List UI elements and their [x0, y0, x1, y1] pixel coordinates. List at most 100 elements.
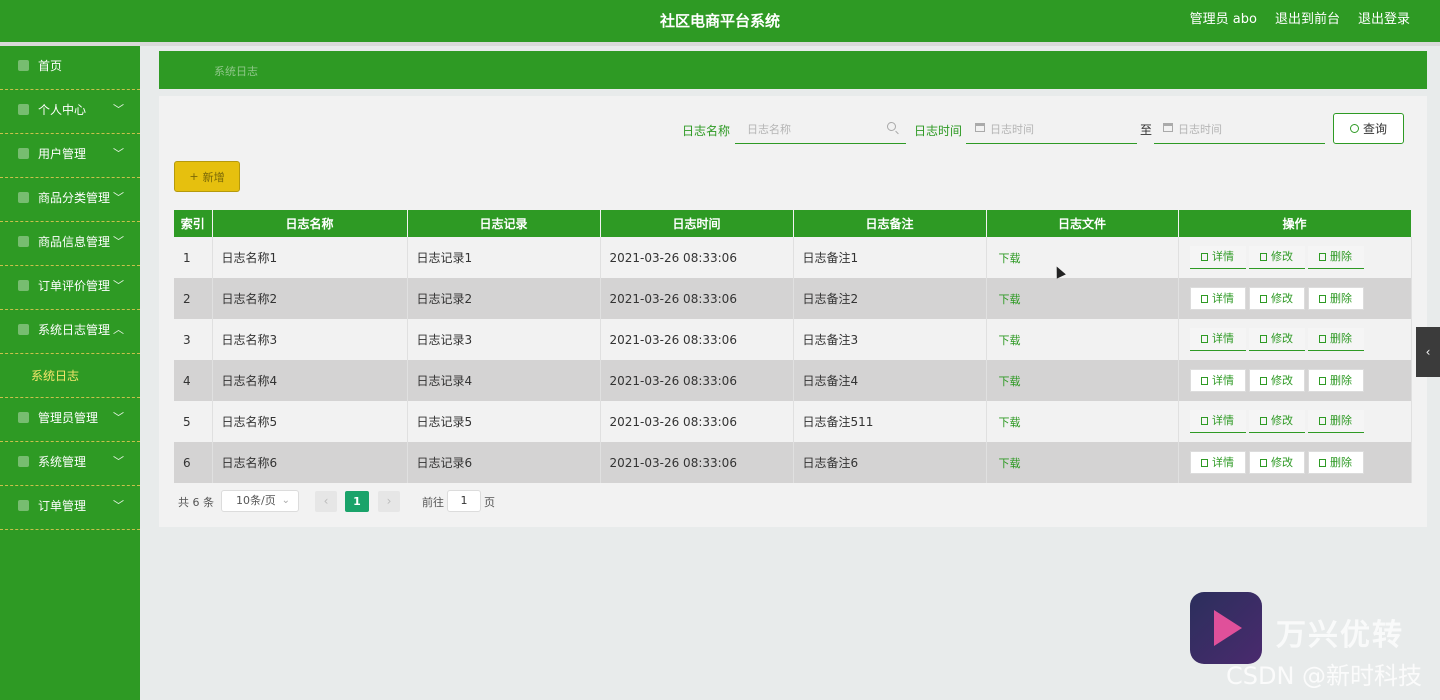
breadcrumb-current[interactable]: 系统日志 [214, 63, 258, 79]
comment-icon [18, 280, 29, 291]
detail-button-label: 详情 [1212, 456, 1234, 469]
trash-icon [1319, 335, 1326, 343]
logout-link[interactable]: 退出登录 [1358, 0, 1410, 40]
cell-name: 日志名称1 [212, 237, 408, 278]
sidebar-item-admin-management[interactable]: 管理员管理 ﹀ [0, 398, 140, 442]
edit-button[interactable]: 修改 [1248, 410, 1305, 433]
admin-user-label[interactable]: 管理员 abo [1190, 0, 1257, 40]
page-unit-label: 页 [484, 496, 495, 509]
download-link[interactable]: 下载 [986, 360, 1179, 401]
download-link[interactable]: 下载 [986, 237, 1179, 278]
sidebar-item-label: 订单评价管理 [38, 279, 111, 293]
query-button-label: 查询 [1362, 122, 1387, 136]
add-button-label: 新增 [202, 170, 225, 184]
edit-button-label: 修改 [1271, 374, 1293, 387]
query-button[interactable]: 查询 [1333, 113, 1404, 144]
edit-icon [1260, 459, 1267, 467]
search-icon [1349, 124, 1359, 133]
sidebar-item-system-management[interactable]: 系统管理 ﹀ [0, 442, 140, 486]
cell-name: 日志名称6 [212, 442, 408, 483]
category-icon [18, 192, 29, 203]
goto-page-input[interactable]: 1 [447, 490, 481, 512]
watermark-logo-icon [1190, 592, 1262, 664]
detail-button[interactable]: 详情 [1189, 451, 1246, 474]
cell-index: 2 [174, 278, 213, 319]
edit-button[interactable]: 修改 [1248, 451, 1305, 474]
detail-button[interactable]: 详情 [1189, 287, 1246, 310]
sidebar-item-order-management[interactable]: 订单管理 ﹀ [0, 486, 140, 530]
trash-icon [1319, 417, 1326, 425]
chevron-down-icon: ﹀ [113, 411, 124, 424]
detail-button-label: 详情 [1212, 414, 1234, 427]
pager-total: 共 6 条 [178, 496, 214, 509]
log-time-start-input[interactable]: 日志时间 [966, 113, 1137, 144]
delete-button[interactable]: 删除 [1307, 451, 1364, 474]
download-link[interactable]: 下载 [986, 401, 1179, 442]
cell-remark: 日志备注6 [793, 442, 987, 483]
cell-name: 日志名称3 [212, 319, 408, 360]
chevron-down-icon: ﹀ [113, 191, 124, 204]
page-size-value: 10条/页 [236, 494, 276, 507]
delete-button[interactable]: 删除 [1307, 287, 1364, 310]
settings-icon [18, 456, 29, 467]
download-link[interactable]: 下载 [986, 442, 1179, 483]
detail-icon [1201, 295, 1208, 303]
cell-time: 2021-03-26 08:33:06 [600, 237, 794, 278]
sidebar-item-goods-management[interactable]: 商品信息管理 ﹀ [0, 222, 140, 266]
next-page-button[interactable]: › [378, 491, 400, 512]
detail-icon [1201, 335, 1208, 343]
edit-button[interactable]: 修改 [1248, 246, 1305, 269]
exit-to-front-link[interactable]: 退出到前台 [1275, 0, 1340, 40]
column-header: 日志文件 [986, 210, 1179, 237]
chevron-down-icon: ⌄ [281, 495, 290, 506]
detail-button[interactable]: 详情 [1189, 369, 1246, 392]
edit-button-label: 修改 [1271, 292, 1293, 305]
log-time-end-input[interactable]: 日志时间 [1154, 113, 1325, 144]
prev-page-button[interactable]: ‹ [315, 491, 337, 512]
log-time-label: 日志时间 [914, 124, 963, 138]
page-number-1[interactable]: 1 [345, 491, 369, 512]
edit-icon [1260, 295, 1267, 303]
detail-button-label: 详情 [1212, 250, 1234, 263]
sidebar-item-system-log-management[interactable]: 系统日志管理 ︿ [0, 310, 140, 354]
detail-button[interactable]: 详情 [1189, 410, 1246, 433]
detail-icon [1201, 459, 1208, 467]
sidebar-item-label: 个人中心 [38, 103, 87, 117]
sidebar-item-label: 商品信息管理 [38, 235, 111, 249]
cell-index: 1 [174, 237, 213, 278]
edit-button[interactable]: 修改 [1248, 369, 1305, 392]
detail-button[interactable]: 详情 [1189, 328, 1246, 351]
detail-button[interactable]: 详情 [1189, 246, 1246, 269]
sidebar-subitem-system-log[interactable]: 系统日志 [0, 354, 140, 398]
sidebar-item-user-management[interactable]: 用户管理 ﹀ [0, 134, 140, 178]
log-name-input[interactable]: 日志名称 [735, 113, 906, 144]
edit-button[interactable]: 修改 [1248, 287, 1305, 310]
sidebar-item-category-management[interactable]: 商品分类管理 ﹀ [0, 178, 140, 222]
delete-button[interactable]: 删除 [1307, 246, 1364, 269]
column-header: 索引 [174, 210, 213, 237]
breadcrumb: 系统日志 [159, 51, 1427, 89]
delete-button[interactable]: 删除 [1307, 369, 1364, 392]
download-link[interactable]: 下载 [986, 319, 1179, 360]
column-header: 日志时间 [600, 210, 794, 237]
edit-icon [1260, 335, 1267, 343]
edit-button[interactable]: 修改 [1248, 328, 1305, 351]
cell-time: 2021-03-26 08:33:06 [600, 401, 794, 442]
collapse-tab[interactable]: ‹ [1416, 327, 1440, 377]
cell-remark: 日志备注4 [793, 360, 987, 401]
plus-icon: + [189, 170, 199, 183]
add-button[interactable]: + 新增 [174, 161, 240, 192]
table-row: 2 日志名称2 日志记录2 2021-03-26 08:33:06 日志备注2 … [174, 278, 1412, 319]
delete-button[interactable]: 删除 [1307, 410, 1364, 433]
sidebar-item-order-review-management[interactable]: 订单评价管理 ﹀ [0, 266, 140, 310]
main-panel: 日志名称 日志名称 日志时间 日志时间 至 日志时间 查询 + 新增 索引 日志… [159, 96, 1427, 527]
page-size-select[interactable]: 10条/页 ⌄ [221, 490, 299, 512]
detail-button-label: 详情 [1212, 374, 1234, 387]
download-link[interactable]: 下载 [986, 278, 1179, 319]
sidebar-item-personal-center[interactable]: 个人中心 ﹀ [0, 90, 140, 134]
sidebar-item-home[interactable]: 首页 [0, 46, 140, 90]
cell-record: 日志记录3 [407, 319, 601, 360]
delete-button[interactable]: 删除 [1307, 328, 1364, 351]
cell-record: 日志记录1 [407, 237, 601, 278]
edit-button-label: 修改 [1271, 332, 1293, 345]
